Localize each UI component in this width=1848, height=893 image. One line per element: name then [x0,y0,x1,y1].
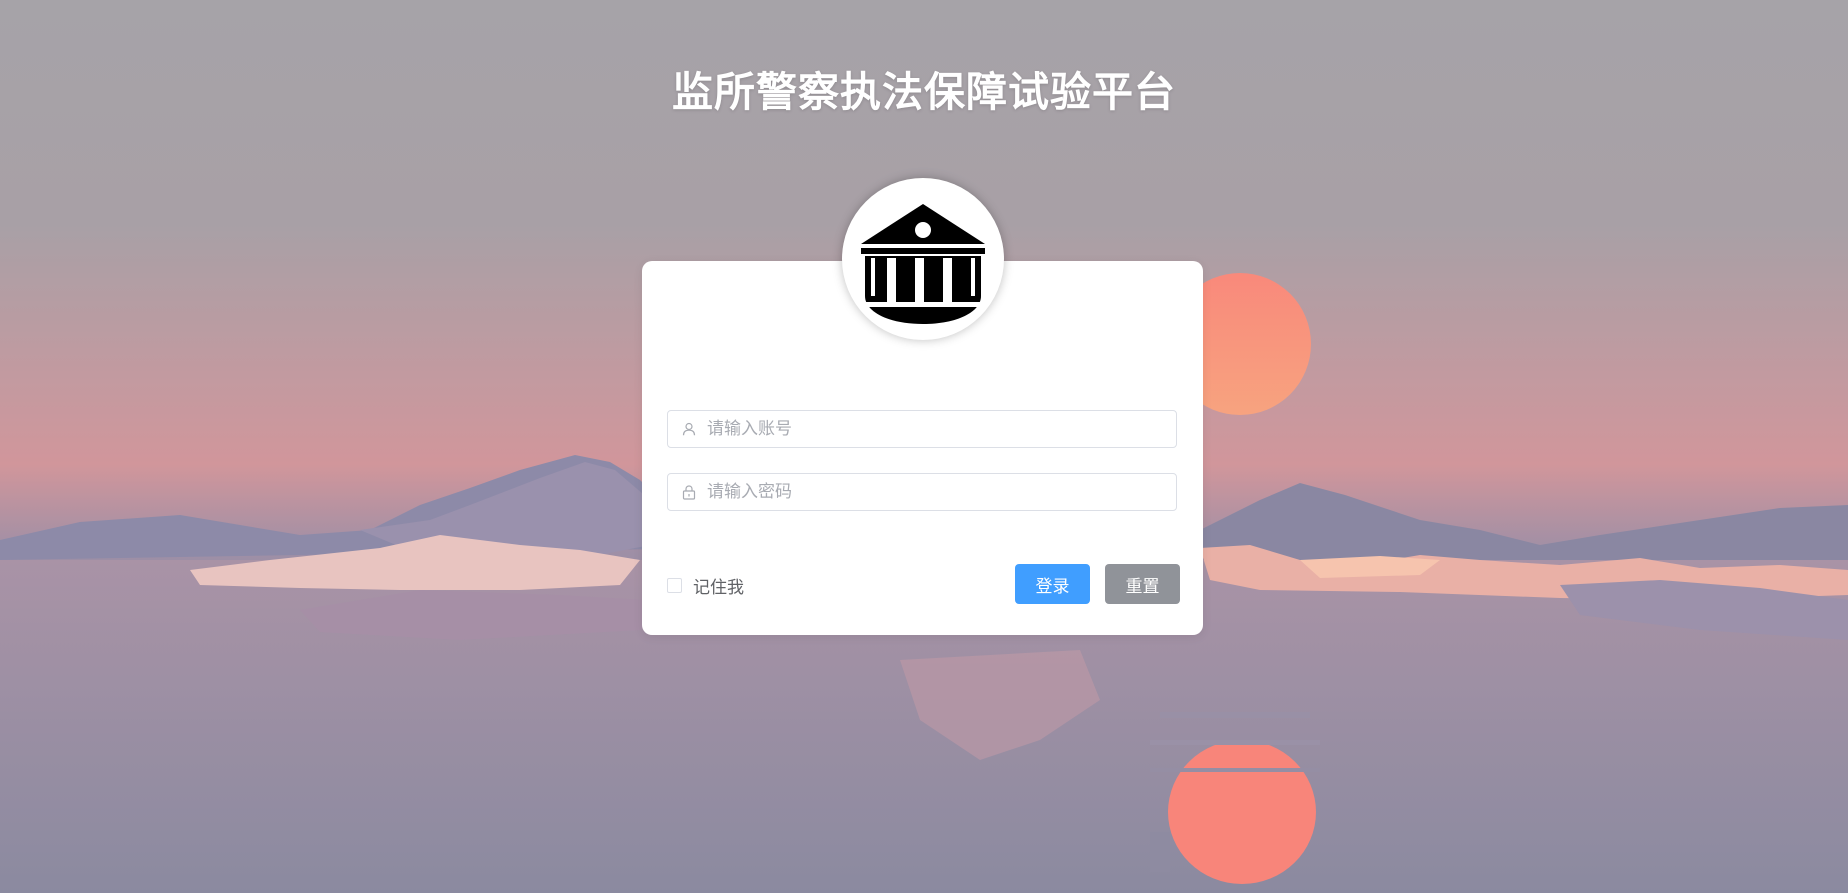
password-field[interactable] [667,473,1177,511]
lock-icon [681,484,697,500]
reset-button[interactable]: 重置 [1105,564,1180,604]
username-field[interactable] [667,410,1177,448]
username-input[interactable] [707,412,1176,446]
bank-building-icon [857,190,989,328]
password-input[interactable] [707,475,1176,509]
login-button[interactable]: 登录 [1015,564,1090,604]
login-page: 监所警察执法保障试验平台 记住我 [0,0,1848,893]
mountains-right [1180,483,1848,560]
remember-me-label: 记住我 [693,578,744,598]
checkbox-box[interactable] [667,578,682,593]
remember-me-checkbox[interactable]: 记住我 [667,573,744,598]
page-title: 监所警察执法保障试验平台 [672,68,1176,116]
user-icon [681,421,697,437]
avatar [842,178,1004,340]
